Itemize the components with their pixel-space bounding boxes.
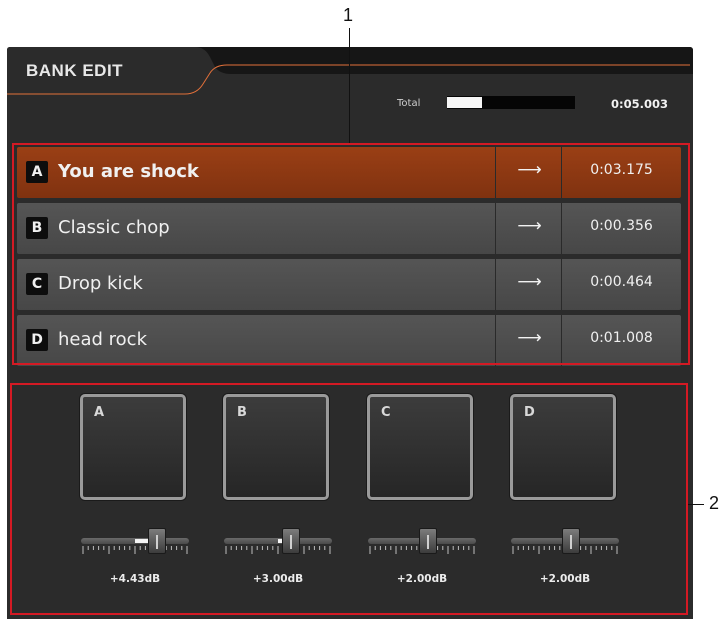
callout-leader-2 (688, 504, 704, 505)
tab-bar: BANK EDIT (7, 47, 693, 97)
total-time: 0:05.003 (611, 97, 668, 111)
callout-leader-1 (349, 28, 350, 143)
callout-number-1: 1 (343, 5, 354, 25)
callout-box-pads (10, 383, 688, 615)
callout-number-2: 2 (709, 493, 720, 513)
total-progress-bar (447, 96, 575, 109)
total-progress-fill (447, 97, 482, 108)
total-label: Total (397, 98, 421, 109)
tab-bank-edit[interactable]: BANK EDIT (26, 61, 123, 81)
callout-box-bank-list (12, 143, 690, 365)
